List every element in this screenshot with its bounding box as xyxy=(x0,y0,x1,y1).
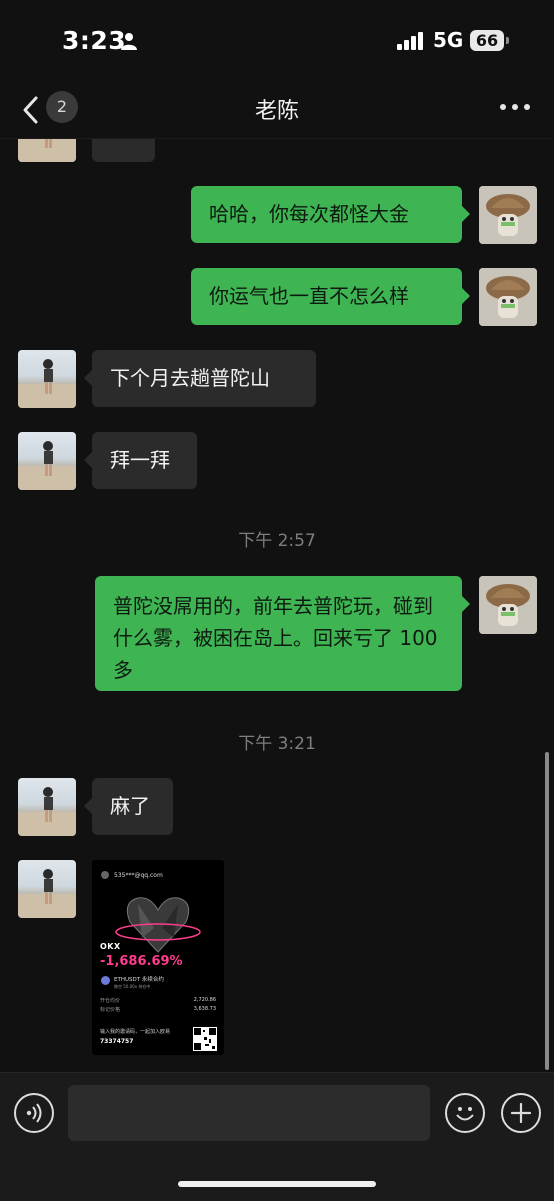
position-tags: 做空 50.00x 持仓中 xyxy=(114,984,151,989)
chat-title: 老陈 xyxy=(254,99,299,124)
chat-header: 2 老陈 xyxy=(0,84,554,139)
scrollbar[interactable] xyxy=(545,752,549,1070)
pnl-value: -1,686.69% xyxy=(100,954,183,969)
shared-account: 535***@qq.com xyxy=(114,872,163,879)
open-price-row: 开仓均价 2,720.86 xyxy=(100,997,216,1004)
okx-logo: OKX xyxy=(100,942,121,951)
mark-price-row: 标记价格 3,638.73 xyxy=(100,1006,216,1013)
message-bubble-incoming[interactable]: 拜一拜 xyxy=(84,432,197,489)
message-bubble-outgoing[interactable]: 你运气也一直不怎么样 xyxy=(191,268,470,325)
message-bubble-incoming[interactable]: 下个月去趟普陀山 xyxy=(84,350,316,407)
signal-icon xyxy=(397,32,427,50)
trading-pair: ETHUSDT 永续合约 xyxy=(114,977,164,983)
plus-icon[interactable] xyxy=(501,1093,541,1133)
my-avatar[interactable] xyxy=(479,576,537,634)
more-icon[interactable] xyxy=(500,102,530,112)
message-timestamp: 下午 2:57 xyxy=(238,531,316,551)
message-bubble-outgoing[interactable]: 哈哈，你每次都怪大金 xyxy=(191,186,470,243)
eth-icon xyxy=(101,976,110,985)
message-timestamp: 下午 3:21 xyxy=(238,734,316,754)
emoji-icon[interactable] xyxy=(445,1093,485,1133)
invite-text: 输入我的邀请码，一起加入欧易 xyxy=(100,1029,171,1035)
battery-icon: 66 xyxy=(470,30,504,51)
contact-avatar[interactable] xyxy=(18,860,76,918)
invite-code: 73374757 xyxy=(100,1038,134,1045)
my-avatar[interactable] xyxy=(479,268,537,326)
status-bar: 3:23 5G 66 xyxy=(0,0,554,84)
message-input[interactable] xyxy=(68,1085,430,1141)
home-indicator xyxy=(178,1181,376,1187)
my-avatar[interactable] xyxy=(479,186,537,244)
contact-avatar[interactable] xyxy=(18,778,76,836)
network-type: 5G xyxy=(433,28,464,52)
contact-avatar[interactable] xyxy=(18,350,76,408)
qr-code-icon xyxy=(193,1027,217,1051)
voice-icon[interactable] xyxy=(14,1093,54,1133)
shared-image-message[interactable]: 535***@qq.com OKX -1,686.69% ETHUSDT 永续合… xyxy=(92,860,224,1055)
battery-tip xyxy=(506,37,509,44)
status-time: 3:23 xyxy=(62,26,127,55)
message-bubble-outgoing[interactable]: 普陀没屌用的，前年去普陀玩，碰到什么雾，被困在岛上。回来亏了 100 多 xyxy=(95,576,470,691)
account-avatar xyxy=(101,871,109,879)
contact-avatar[interactable] xyxy=(18,432,76,490)
person-icon xyxy=(121,33,137,50)
message-bubble-incoming[interactable]: 麻了 xyxy=(84,778,173,835)
